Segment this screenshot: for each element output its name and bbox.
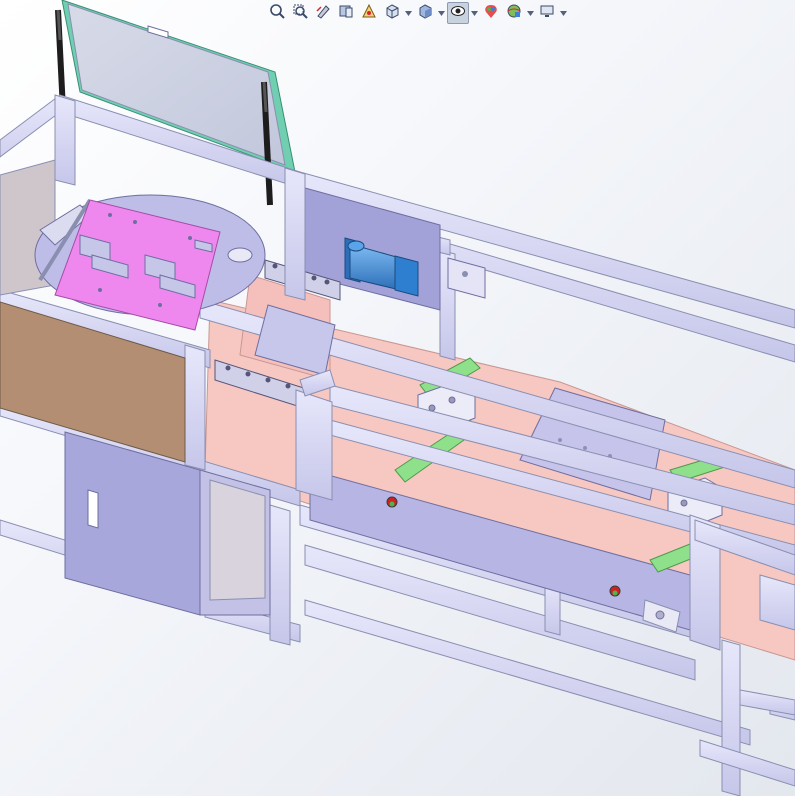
apply-scene-icon <box>506 3 522 23</box>
section-view-button[interactable] <box>335 2 357 24</box>
view-settings-icon <box>539 3 555 23</box>
display-style-icon <box>417 3 433 23</box>
zoom-to-fit-button[interactable] <box>266 2 288 24</box>
hide-show-items-button[interactable] <box>447 2 469 24</box>
zoom-to-area-icon <box>292 3 308 23</box>
dynamic-annotation-button[interactable] <box>358 2 380 24</box>
apply-scene-dropdown-arrow[interactable] <box>526 2 535 24</box>
dynamic-annotation-icon <box>361 3 377 23</box>
apply-scene-button[interactable] <box>503 2 525 24</box>
view-orientation-dropdown-arrow[interactable] <box>404 2 413 24</box>
section-view-icon <box>338 3 354 23</box>
zoom-to-area-button[interactable] <box>289 2 311 24</box>
hide-show-items-dropdown-arrow[interactable] <box>470 2 479 24</box>
zoom-to-fit-icon <box>269 3 285 23</box>
display-style-button[interactable] <box>414 2 436 24</box>
display-style-dropdown-arrow[interactable] <box>437 2 446 24</box>
cad-3d-viewport[interactable] <box>0 0 795 796</box>
view-settings-dropdown-arrow[interactable] <box>559 2 568 24</box>
view-orientation-button[interactable] <box>381 2 403 24</box>
edit-appearance-icon <box>483 3 499 23</box>
view-orientation-icon <box>384 3 400 23</box>
edit-appearance-button[interactable] <box>480 2 502 24</box>
previous-view-button[interactable] <box>312 2 334 24</box>
view-settings-button[interactable] <box>536 2 558 24</box>
hide-show-items-icon <box>450 3 466 23</box>
previous-view-icon <box>315 3 331 23</box>
heads-up-view-toolbar <box>266 2 568 24</box>
